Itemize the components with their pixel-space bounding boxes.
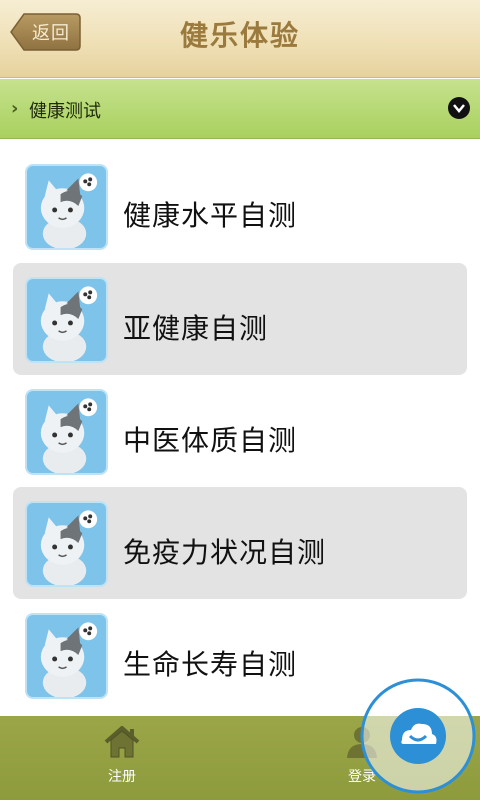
cat-mascot-icon: [25, 164, 108, 250]
home-icon: [104, 726, 140, 758]
list-item[interactable]: 亚健康自测: [13, 263, 467, 375]
list-item-label: 免疫力状况自测: [123, 536, 327, 569]
cat-mascot-icon: [25, 389, 108, 475]
list-item-label: 健康水平自测: [123, 199, 298, 232]
header-bar: 返回 健乐体验: [0, 0, 480, 78]
page-title: 健乐体验: [179, 19, 300, 52]
cat-mascot-icon: [25, 277, 108, 363]
watermark-logo: [358, 676, 478, 796]
list-item-label: 中医体质自测: [123, 424, 298, 457]
tab-register-label: 注册: [108, 769, 136, 785]
list-item[interactable]: 免疫力状况自测: [13, 487, 467, 599]
cat-mascot-icon: [25, 501, 108, 587]
cat-mascot-icon: [25, 613, 108, 699]
category-header[interactable]: › 健康测试: [0, 79, 480, 139]
category-label: 健康测试: [29, 101, 101, 122]
chevron-right-icon: ›: [11, 98, 19, 119]
list-item-label: 亚健康自测: [123, 312, 269, 345]
list-item-label: 生命长寿自测: [123, 648, 298, 681]
list-item[interactable]: 中医体质自测: [13, 375, 467, 487]
chevron-circle-down-icon[interactable]: [448, 97, 470, 119]
list-item[interactable]: 健康水平自测: [13, 150, 467, 262]
tab-register[interactable]: 注册: [82, 724, 162, 796]
